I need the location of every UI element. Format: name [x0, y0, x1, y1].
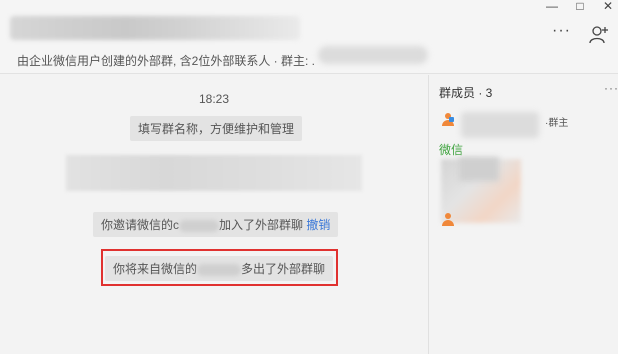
invite-system-message: 你邀请微信的c 加入了外部群聊 撤销 — [93, 212, 339, 237]
revoke-link[interactable]: 撤销 — [306, 218, 330, 232]
add-member-icon[interactable] — [588, 24, 610, 46]
wechat-section-label: 微信 — [439, 143, 464, 157]
maximize-button[interactable]: □ — [568, 0, 592, 14]
invitee-name-blurred — [179, 219, 220, 232]
member-avatar-icon — [441, 213, 455, 227]
member-name-blurred — [461, 112, 539, 138]
owner-name-blurred — [318, 46, 428, 64]
members-more-icon[interactable]: ··· — [604, 81, 618, 95]
chat-window: 由企业微信用户创建的外部群, 含2位外部联系人 · 群主: . — □ ✕ ··… — [0, 0, 618, 354]
group-title-blurred — [10, 16, 300, 40]
minimize-button[interactable]: — — [540, 0, 564, 14]
members-count-title: 群成员 · 3 — [439, 86, 493, 100]
member-item-wechat[interactable] — [441, 211, 461, 231]
invite-suffix: 加入了外部群聊 — [219, 218, 304, 232]
member-avatar-icon — [441, 113, 455, 127]
message-timestamp: 18:23 — [198, 92, 230, 106]
members-panel: 群成员 · 3 ··· ·群主 微信 — [428, 75, 618, 354]
invite-prefix: 你邀请微信的c — [101, 218, 180, 232]
wechat-member-name-blurred — [459, 157, 499, 181]
blurred-message — [66, 155, 362, 191]
message-area[interactable]: 18:23 填写群名称，方便维护和管理 你邀请微信的c 加入了外部群聊 撤销 你将… — [0, 75, 428, 354]
owner-tag: ·群主 — [545, 118, 569, 129]
member-item-owner[interactable]: ·群主 — [441, 111, 611, 138]
highlight-annotation-box — [101, 249, 338, 286]
fill-group-name-text: 填写群名称，方便维护和管理 — [138, 122, 295, 136]
more-options-icon[interactable]: ··· — [552, 23, 570, 42]
close-button[interactable]: ✕ — [596, 0, 618, 14]
chat-header: 由企业微信用户创建的外部群, 含2位外部联系人 · 群主: . — □ ✕ ··… — [0, 0, 618, 74]
fill-group-name-tip[interactable]: 填写群名称，方便维护和管理 — [130, 116, 303, 141]
group-subtitle: 由企业微信用户创建的外部群, 含2位外部联系人 · 群主: . — [17, 54, 316, 68]
